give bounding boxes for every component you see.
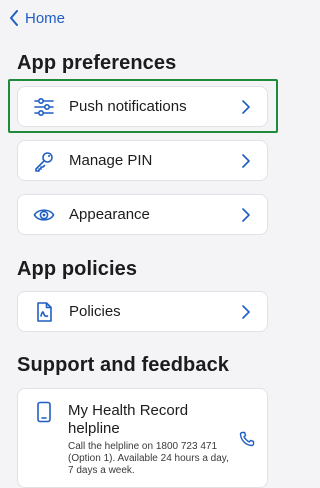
section-title-app-preferences: App preferences xyxy=(17,52,177,74)
chevron-right-icon xyxy=(242,99,250,114)
section-title-app-policies: App policies xyxy=(17,258,138,280)
helpline-card: My Health Record helpline Call the helpl… xyxy=(17,388,268,488)
manage-pin-label: Manage PIN xyxy=(69,152,153,169)
section-title-support: Support and feedback xyxy=(17,354,230,376)
policies-label: Policies xyxy=(69,303,121,320)
document-icon xyxy=(33,301,55,323)
chevron-right-icon xyxy=(242,153,250,168)
appearance-label: Appearance xyxy=(69,206,150,223)
phone-device-icon xyxy=(33,401,55,423)
appearance-item[interactable]: Appearance xyxy=(17,194,268,235)
back-label: Home xyxy=(25,9,66,27)
chevron-right-icon xyxy=(242,207,250,222)
helpline-description: Call the helpline on 1800 723 471 (Optio… xyxy=(68,441,229,476)
manage-pin-item[interactable]: Manage PIN xyxy=(17,140,268,181)
back-button[interactable]: Home xyxy=(8,8,65,28)
push-notifications-label: Push notifications xyxy=(69,98,187,115)
helpline-title: My Health Record helpline xyxy=(68,402,189,437)
chevron-right-icon xyxy=(242,304,250,319)
sliders-icon xyxy=(33,96,55,118)
eye-icon xyxy=(33,204,55,226)
phone-call-icon[interactable] xyxy=(239,431,255,447)
key-icon xyxy=(33,150,55,172)
policies-item[interactable]: Policies xyxy=(17,291,268,332)
chevron-left-icon xyxy=(10,10,18,26)
push-notifications-item[interactable]: Push notifications xyxy=(17,86,268,127)
